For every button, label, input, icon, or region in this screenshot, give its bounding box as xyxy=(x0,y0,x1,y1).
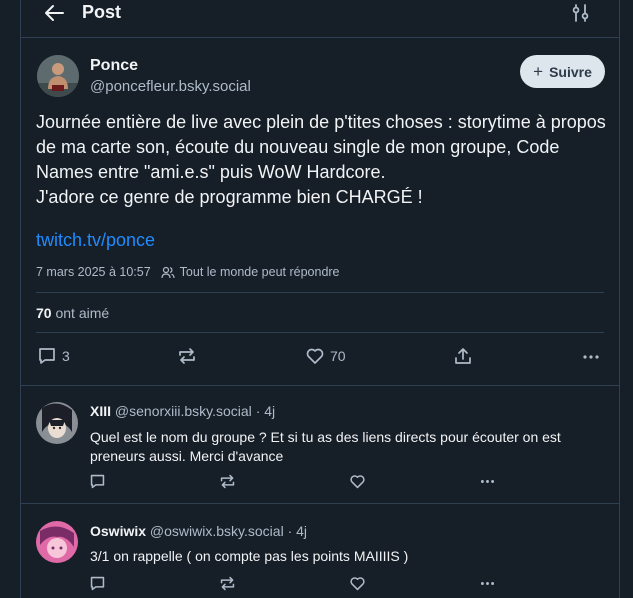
author-name[interactable]: Ponce xyxy=(90,57,138,75)
header-bar: Post xyxy=(21,0,619,38)
more-dots-icon xyxy=(583,355,599,359)
more-options-button[interactable] xyxy=(581,346,601,366)
divider xyxy=(36,292,604,293)
like-count: 70 xyxy=(330,348,346,364)
repost-icon xyxy=(179,348,195,364)
share-icon xyxy=(455,348,471,364)
avatar-image xyxy=(36,402,78,444)
reply-permission-label: Tout le monde peut répondre xyxy=(179,265,340,279)
reply-author-name[interactable]: Oswiwix xyxy=(90,523,146,539)
divider xyxy=(36,332,604,333)
reply-header: XIII @senorxiii.bsky.social · 4j xyxy=(90,403,275,419)
post-actions: 3 70 xyxy=(21,346,619,370)
reply-more-button[interactable] xyxy=(479,473,496,495)
plus-icon: + xyxy=(533,62,544,81)
reply-author-name[interactable]: XIII xyxy=(90,403,111,419)
avatar-image xyxy=(37,55,79,97)
reply-more-button[interactable] xyxy=(479,575,496,597)
likes-summary[interactable]: 70 ont aimé xyxy=(36,305,109,321)
post-link[interactable]: twitch.tv/ponce xyxy=(36,230,155,251)
reply-age[interactable]: · 4j xyxy=(288,523,307,539)
comment-icon xyxy=(39,348,55,364)
reply-age[interactable]: · 4j xyxy=(256,403,275,419)
likes-label: ont aimé xyxy=(55,305,110,321)
reply-permission[interactable]: Tout le monde peut répondre xyxy=(161,265,340,279)
reply-text: 3/1 on rappelle ( on compte pas les poin… xyxy=(90,548,409,564)
follow-button[interactable]: + Suivre xyxy=(520,55,605,88)
reply-repost-button[interactable] xyxy=(219,575,236,597)
sliders-icon xyxy=(572,4,589,22)
reply-author-handle[interactable]: @oswiwix.bsky.social xyxy=(150,523,284,539)
repost-button[interactable] xyxy=(177,346,197,366)
heart-icon xyxy=(350,475,365,489)
post-text: Journée entière de live avec plein de p'… xyxy=(36,112,606,207)
reply-header: Oswiwix @oswiwix.bsky.social · 4j xyxy=(90,523,307,539)
post-meta: 7 mars 2025 à 10:57 Tout le monde peut r… xyxy=(36,265,340,279)
reply-item[interactable]: XIII @senorxiii.bsky.social · 4j Quel es… xyxy=(21,385,619,503)
heart-icon xyxy=(306,348,324,364)
author-avatar[interactable] xyxy=(37,55,79,97)
follow-button-label: Suivre xyxy=(549,63,592,80)
thread-options-button[interactable] xyxy=(571,3,591,23)
more-dots-icon xyxy=(480,480,495,483)
like-button[interactable]: 70 xyxy=(305,346,346,366)
avatar-image xyxy=(36,521,78,563)
post-thread-column: Post Ponce @poncefleur.bsky.social + Sui… xyxy=(20,0,620,598)
reply-item[interactable]: Oswiwix @oswiwix.bsky.social · 4j 3/1 on… xyxy=(21,503,619,598)
repost-icon xyxy=(220,576,235,591)
heart-icon xyxy=(350,577,365,591)
reply-repost-button[interactable] xyxy=(219,473,236,495)
share-button[interactable] xyxy=(453,346,473,366)
comment-icon xyxy=(90,576,105,591)
reply-avatar[interactable] xyxy=(36,521,78,563)
post-timestamp[interactable]: 7 mars 2025 à 10:57 xyxy=(36,265,151,279)
reply-like-button[interactable] xyxy=(349,473,366,495)
reply-comment-button[interactable] xyxy=(89,575,106,597)
reply-text: Quel est le nom du groupe ? Et si tu as … xyxy=(90,429,561,464)
back-button[interactable] xyxy=(43,3,65,23)
arrow-left-icon xyxy=(45,5,64,21)
repost-icon xyxy=(220,474,235,489)
reply-author-handle[interactable]: @senorxiii.bsky.social xyxy=(115,403,252,419)
page-title: Post xyxy=(82,2,122,22)
likes-count: 70 xyxy=(36,305,52,321)
reply-button[interactable]: 3 xyxy=(37,346,70,366)
comment-icon xyxy=(90,474,105,489)
more-dots-icon xyxy=(480,582,495,585)
reply-like-button[interactable] xyxy=(349,575,366,597)
reply-avatar[interactable] xyxy=(36,402,78,444)
reply-comment-button[interactable] xyxy=(89,473,106,495)
people-icon xyxy=(161,266,175,278)
author-handle[interactable]: @poncefleur.bsky.social xyxy=(90,78,251,95)
reply-count: 3 xyxy=(62,348,70,364)
